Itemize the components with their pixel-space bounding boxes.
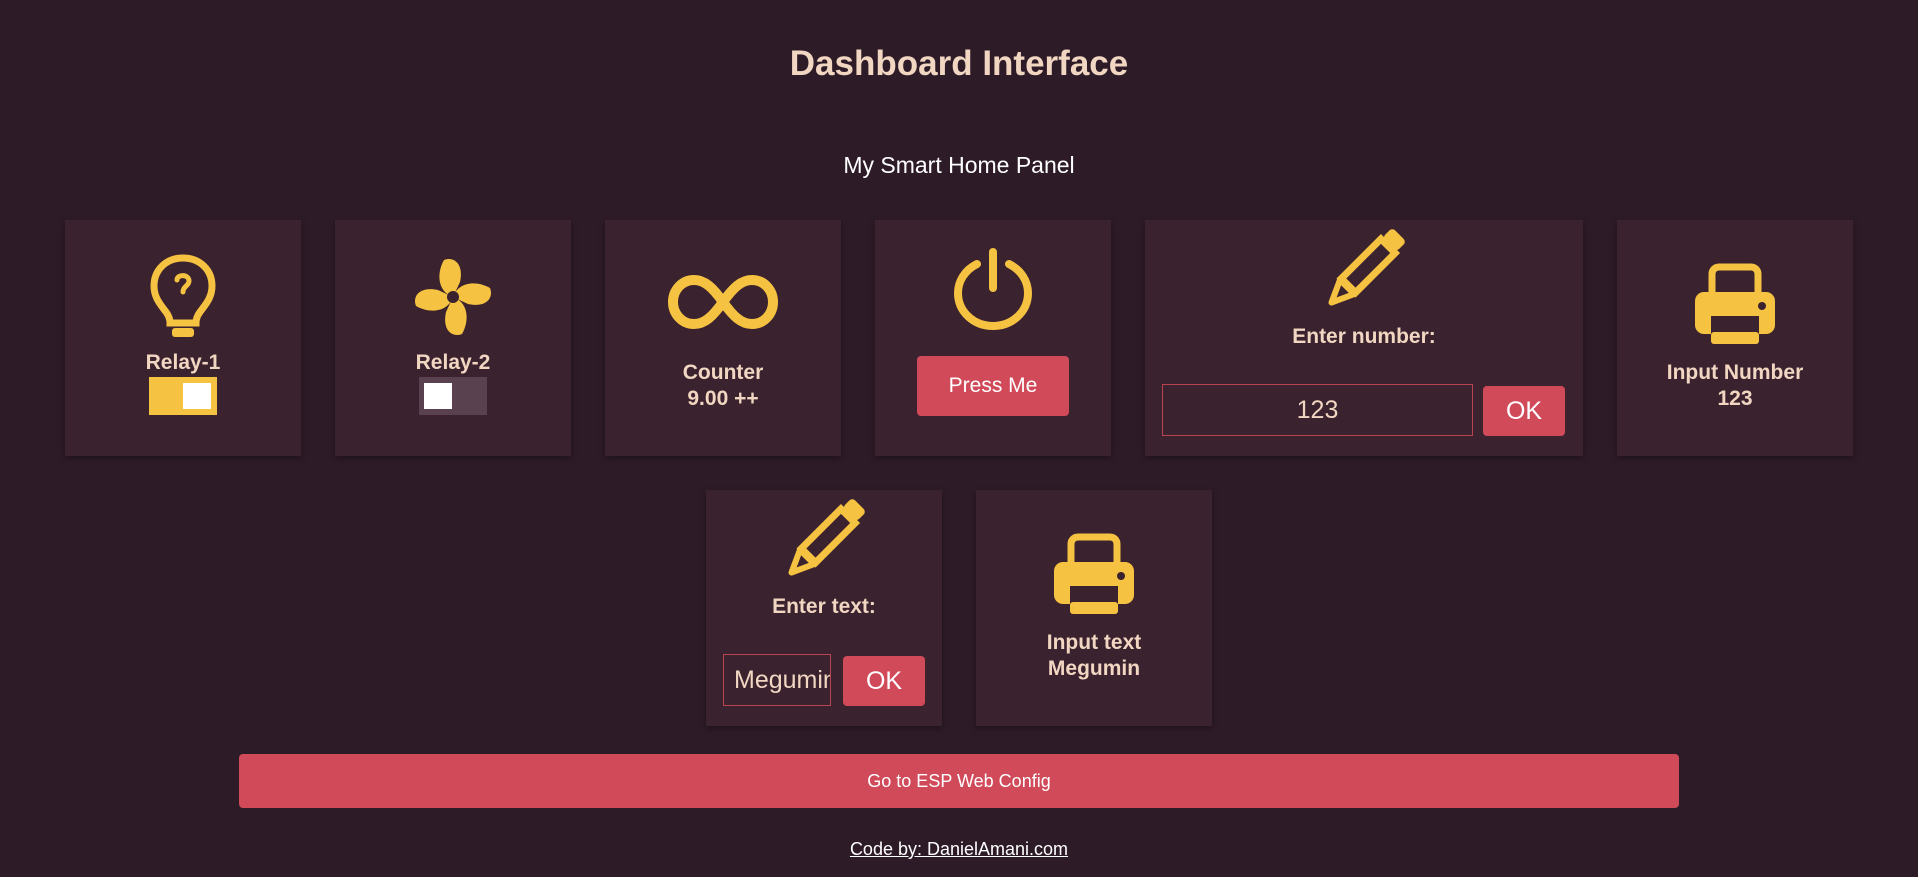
printer-icon <box>1695 263 1775 344</box>
power-icon <box>953 248 1033 330</box>
text-display-value: Megumin <box>1047 657 1141 680</box>
relay1-card: Relay-1 <box>65 220 301 456</box>
lightbulb-icon <box>150 254 216 337</box>
counter-label: Counter <box>682 361 764 384</box>
text-input-label: Enter text: <box>772 595 876 618</box>
fan-icon <box>414 258 492 336</box>
esp-web-config-button[interactable]: Go to ESP Web Config <box>239 754 1679 808</box>
text-input-card: Enter text: Megumin OK <box>706 490 942 726</box>
page-subtitle: My Smart Home Panel <box>843 152 1075 178</box>
number-ok-button[interactable]: OK <box>1483 386 1565 436</box>
page-title: Dashboard Interface <box>789 44 1129 83</box>
number-input-card: Enter number: 123 OK <box>1145 220 1583 456</box>
relay1-toggle[interactable] <box>149 377 217 415</box>
toggle-knob <box>424 383 452 409</box>
number-display-value: 123 <box>1717 387 1753 410</box>
pencil-icon <box>1328 229 1405 306</box>
pencil-icon <box>788 499 865 576</box>
text-ok-button[interactable]: OK <box>843 656 925 706</box>
relay1-label: Relay-1 <box>145 351 221 374</box>
relay2-toggle[interactable] <box>419 377 487 415</box>
number-display-label: Input Number <box>1666 361 1804 384</box>
counter-value: 9.00 ++ <box>687 387 759 410</box>
relay2-card: Relay-2 <box>335 220 571 456</box>
number-display-card: Input Number 123 <box>1617 220 1853 456</box>
relay2-label: Relay-2 <box>415 351 491 374</box>
toggle-knob <box>183 383 211 409</box>
text-display-card: Input text Megumin <box>976 490 1212 726</box>
text-display-label: Input text <box>1046 631 1142 654</box>
text-input[interactable]: Megumin <box>723 654 831 706</box>
number-input-label: Enter number: <box>1292 325 1436 348</box>
number-input[interactable]: 123 <box>1162 384 1473 436</box>
dashboard-page: Dashboard Interface My Smart Home Panel … <box>0 0 1918 877</box>
infinity-icon <box>667 274 779 330</box>
press-card: Press Me <box>875 220 1111 456</box>
credit-link[interactable]: Code by: DanielAmani.com <box>0 839 1918 860</box>
counter-card: Counter 9.00 ++ <box>605 220 841 456</box>
printer-icon <box>1054 533 1134 614</box>
press-me-button[interactable]: Press Me <box>917 356 1069 416</box>
